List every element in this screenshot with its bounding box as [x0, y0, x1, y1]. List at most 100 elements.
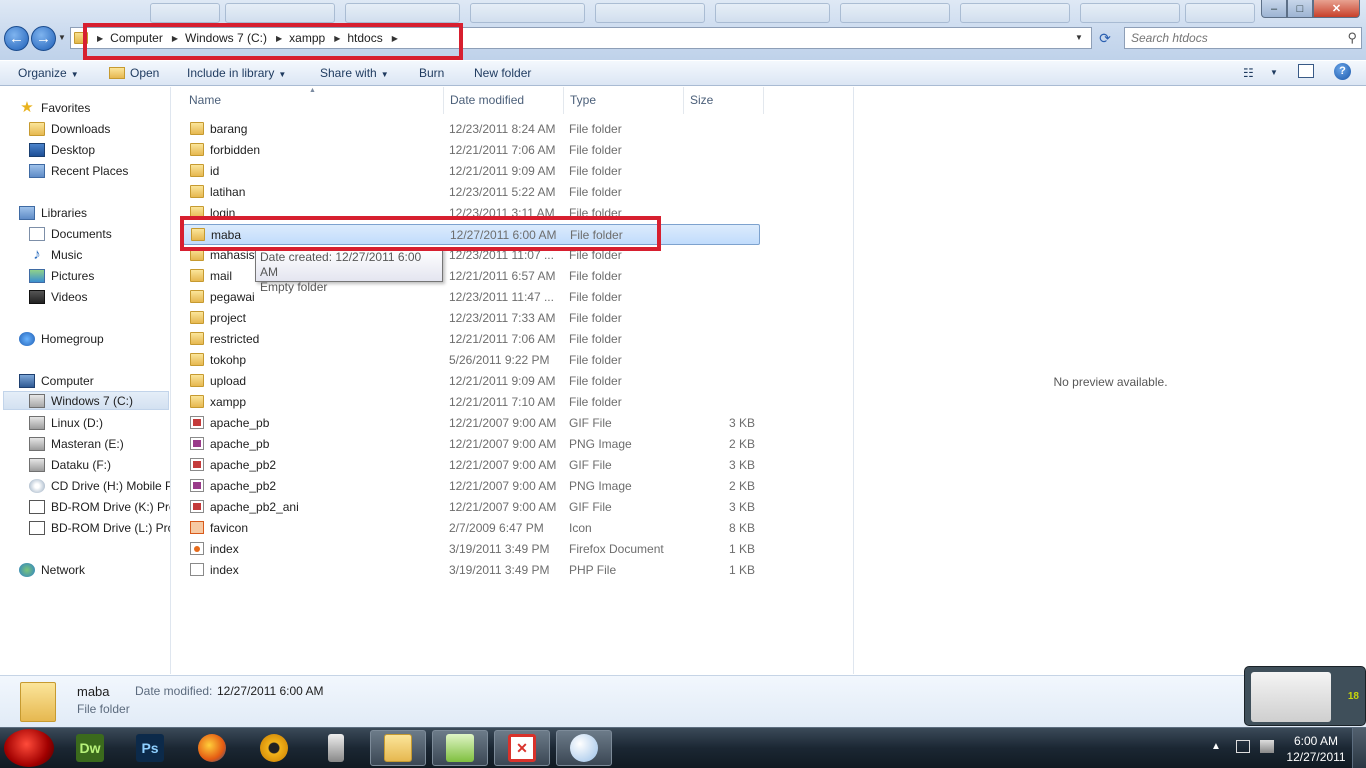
file-row[interactable]: upload 12/21/2011 9:09 AM File folder: [183, 371, 760, 392]
nav-music[interactable]: ♪ Music: [29, 245, 82, 264]
file-name[interactable]: mahasiswa: [210, 248, 270, 262]
maximize-button[interactable]: □: [1287, 0, 1313, 18]
column-divider[interactable]: [443, 87, 444, 114]
help-icon[interactable]: ?: [1334, 63, 1351, 80]
back-button[interactable]: ←: [4, 26, 29, 51]
open-label[interactable]: Open: [130, 66, 159, 80]
include-in-library-label[interactable]: Include in library: [187, 66, 274, 80]
file-name[interactable]: apache_pb2: [210, 458, 276, 472]
file-name[interactable]: forbidden: [210, 143, 260, 157]
file-name[interactable]: favicon: [210, 521, 250, 535]
network-status-icon[interactable]: [1260, 740, 1274, 753]
file-row[interactable]: xampp 12/21/2011 7:10 AM File folder: [183, 392, 760, 413]
breadcrumb-drive[interactable]: ▶ Windows 7 (C:): [163, 31, 267, 45]
background-window-tab[interactable]: [1185, 3, 1255, 23]
column-divider[interactable]: [563, 87, 564, 114]
file-row[interactable]: barang 12/23/2011 8:24 AM File folder: [183, 119, 760, 140]
recent-pages-dropdown[interactable]: ▼: [58, 33, 66, 42]
minimize-button[interactable]: –: [1261, 0, 1287, 18]
new-folder-button[interactable]: New folder: [474, 66, 531, 80]
refresh-icon[interactable]: ⟳: [1096, 30, 1114, 46]
open-button[interactable]: Open: [109, 66, 159, 80]
change-view-icon[interactable]: ☷: [1243, 66, 1254, 80]
file-row[interactable]: maba 12/27/2011 6:00 AM File folder: [183, 224, 760, 245]
nav-drive-f[interactable]: Dataku (F:): [29, 455, 111, 474]
file-name[interactable]: maba: [211, 228, 251, 242]
column-divider[interactable]: [683, 87, 684, 114]
chevron-right-icon[interactable]: ▶: [276, 34, 282, 43]
start-button[interactable]: [4, 729, 54, 767]
background-window-tab[interactable]: [840, 3, 950, 23]
nav-recent-places[interactable]: Recent Places: [29, 161, 128, 180]
taskbar-photoshop[interactable]: Ps: [122, 730, 178, 766]
clock-time[interactable]: 6:00 AM: [1286, 734, 1346, 748]
nav-drive-e[interactable]: Masteran (E:): [29, 434, 124, 453]
nav-downloads[interactable]: Downloads: [29, 119, 110, 138]
file-name[interactable]: id: [210, 164, 250, 178]
view-options-dropdown[interactable]: ▼: [1270, 68, 1278, 77]
file-row[interactable]: apache_pb 12/21/2007 9:00 AM PNG Image 2 KB: [183, 434, 760, 455]
taskbar-dreamweaver[interactable]: Dw: [62, 730, 118, 766]
nav-documents[interactable]: Documents: [29, 224, 112, 243]
taskbar-text-editor[interactable]: [432, 730, 488, 766]
nav-drive-h[interactable]: CD Drive (H:) Mobile P: [29, 476, 170, 495]
breadcrumb-label[interactable]: Windows 7 (C:): [185, 31, 267, 45]
address-bar[interactable]: ▶ Computer ▶ Windows 7 (C:) ▶ xampp ▶ htdocs…: [70, 27, 1092, 49]
close-button[interactable]: ✕: [1313, 0, 1360, 18]
file-row[interactable]: index 3/19/2011 3:49 PM Firefox Document 1 …: [183, 539, 760, 560]
breadcrumb-computer[interactable]: ▶ Computer: [88, 31, 163, 45]
taskbar-windows-explorer[interactable]: [370, 730, 426, 766]
taskbar-firefox[interactable]: [184, 730, 240, 766]
show-hidden-icons-icon[interactable]: ▲: [1211, 741, 1221, 752]
nav-drive-k[interactable]: BD-ROM Drive (K:) Pro: [29, 497, 170, 516]
forward-button[interactable]: →: [31, 26, 56, 51]
file-name[interactable]: barang: [210, 122, 250, 136]
burn-button[interactable]: Burn: [419, 66, 444, 80]
file-name[interactable]: xampp: [210, 395, 250, 409]
file-name[interactable]: restricted: [210, 332, 259, 346]
taskbar-vlc[interactable]: [246, 730, 302, 766]
breadcrumb-htdocs[interactable]: ▶ htdocs ▶: [325, 31, 405, 45]
background-window-tab[interactable]: [960, 3, 1070, 23]
column-divider[interactable]: [763, 87, 764, 114]
background-window-tab[interactable]: [595, 3, 705, 23]
breadcrumb-label[interactable]: Computer: [110, 31, 163, 45]
chevron-right-icon[interactable]: ▶: [172, 34, 178, 43]
file-row[interactable]: project 12/23/2011 7:33 AM File folder: [183, 308, 760, 329]
search-input[interactable]: [1125, 28, 1325, 48]
chevron-right-icon[interactable]: ▶: [334, 34, 340, 43]
file-row[interactable]: forbidden 12/21/2011 7:06 AM File folder: [183, 140, 760, 161]
nav-desktop[interactable]: Desktop: [29, 140, 95, 159]
chevron-right-icon[interactable]: ▶: [392, 34, 398, 43]
breadcrumb-xampp[interactable]: ▶ xampp: [267, 31, 325, 45]
nav-drive-d[interactable]: Linux (D:): [29, 413, 103, 432]
file-name[interactable]: tokohp: [210, 353, 250, 367]
file-name[interactable]: apache_pb: [210, 416, 269, 430]
background-window-tab[interactable]: [225, 3, 335, 23]
nav-drive-c[interactable]: Windows 7 (C:): [3, 391, 169, 410]
file-row[interactable]: favicon 2/7/2009 6:47 PM Icon 8 KB: [183, 518, 760, 539]
file-name[interactable]: project: [210, 311, 250, 325]
background-window-tab[interactable]: [345, 3, 460, 23]
nav-favorites[interactable]: ★ Favorites: [19, 98, 90, 117]
background-window-tab[interactable]: [1080, 3, 1180, 23]
file-name[interactable]: upload: [210, 374, 250, 388]
address-history-dropdown[interactable]: ▼: [1075, 33, 1083, 42]
chevron-down-icon[interactable]: ▼: [381, 70, 389, 79]
file-row[interactable]: tokohp 5/26/2011 9:22 PM File folder: [183, 350, 760, 371]
search-box[interactable]: ⚲: [1124, 27, 1362, 49]
nav-drive-l[interactable]: BD-ROM Drive (L:) Pro: [29, 518, 170, 537]
breadcrumb-label[interactable]: htdocs: [347, 31, 382, 45]
organize-menu[interactable]: Organize ▼: [18, 66, 79, 80]
chevron-right-icon[interactable]: ▶: [97, 34, 103, 43]
file-row[interactable]: apache_pb2_ani 12/21/2007 9:00 AM GIF File…: [183, 497, 760, 518]
file-name[interactable]: index: [210, 563, 250, 577]
nav-pictures[interactable]: Pictures: [29, 266, 94, 285]
file-row[interactable]: apache_pb2 12/21/2007 9:00 AM PNG Image 2 K…: [183, 476, 760, 497]
file-row[interactable]: index 3/19/2011 3:49 PM PHP File 1 KB: [183, 560, 760, 581]
file-name[interactable]: apache_pb2: [210, 479, 276, 493]
nav-network[interactable]: Network: [19, 560, 85, 579]
nav-videos[interactable]: Videos: [29, 287, 87, 306]
show-desktop-button[interactable]: [1352, 728, 1366, 768]
file-row[interactable]: restricted 12/21/2011 7:06 AM File folder: [183, 329, 760, 350]
